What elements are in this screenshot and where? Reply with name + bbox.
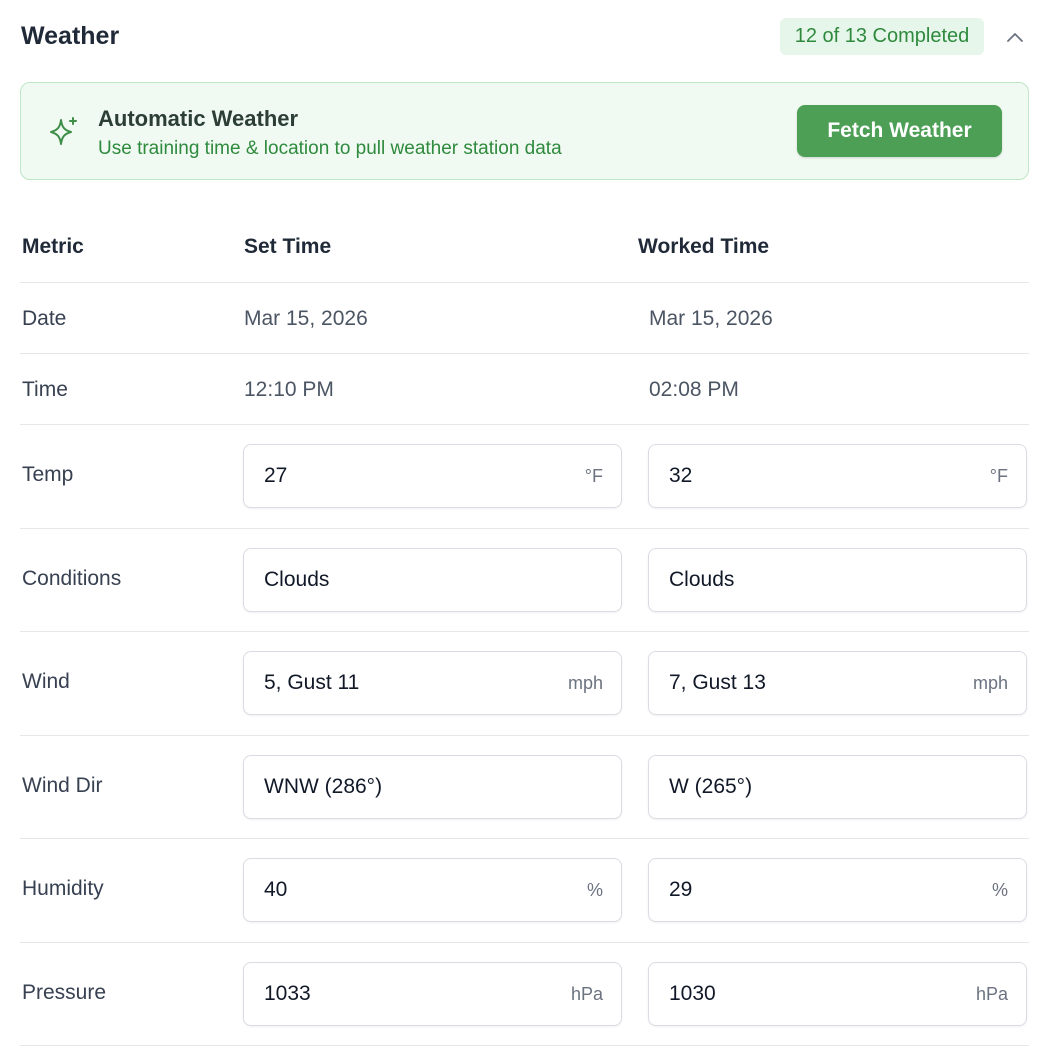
row-label: Pressure [22,980,107,1004]
row-label: Time [22,378,68,401]
table-row-temp: Temp 27 °F 32 °F [20,425,1029,529]
pressure-unit: hPa [570,983,603,1004]
table-header: Metric Set Time Worked Time [20,212,1029,283]
table-row-pressure: Pressure 1033 hPa 1030 hPa [20,943,1029,1046]
worked-humidity-value: 29 [669,878,693,901]
column-header-set-time: Set Time [244,235,332,258]
set-wind-value: 5, Gust 11 [264,671,360,694]
row-label: Wind [22,670,70,693]
worked-wind-dir-field[interactable]: W (265°) [648,754,1027,819]
row-label: Humidity [22,877,104,900]
column-header-metric: Metric [22,235,84,258]
worked-pressure-value: 1030 [669,981,716,1005]
progress-badge: 12 of 13 Completed [780,18,984,55]
set-humidity-value: 40 [264,878,288,901]
table-row-wind-dir: Wind Dir WNW (286°) W (265°) [20,736,1029,839]
row-label: Date [22,307,67,330]
row-label: Temp [22,463,74,486]
row-label: Wind Dir [22,773,103,797]
set-humidity-field[interactable]: 40 % [243,858,622,922]
fetch-weather-button[interactable]: Fetch Weather [797,105,1002,157]
worked-wind-value: 7, Gust 13 [669,671,766,694]
pressure-unit: hPa [975,983,1008,1004]
temp-unit: °F [989,466,1008,486]
table-row-wind: Wind 5, Gust 11 mph 7, Gust 13 mph [20,632,1029,736]
worked-time-value: 02:08 PM [649,378,739,401]
wind-unit: mph [972,673,1008,693]
set-wind-field[interactable]: 5, Gust 11 mph [243,651,622,715]
worked-wind-field[interactable]: 7, Gust 13 mph [648,651,1027,715]
column-header-worked-time: Worked Time [638,235,770,258]
temp-unit: °F [584,466,603,486]
table-row-conditions: Conditions Clouds Clouds [20,529,1029,632]
set-temp-value: 27 [264,464,288,487]
worked-temp-field[interactable]: 32 °F [648,444,1027,508]
sparkle-icon [50,117,77,145]
row-label: Conditions [22,566,122,590]
set-wind-dir-field[interactable]: WNW (286°) [243,754,622,819]
worked-wind-dir-value: W (265°) [669,774,753,798]
section-header: Weather 12 of 13 Completed [20,18,1030,56]
humidity-unit: % [991,880,1008,900]
worked-temp-value: 32 [669,464,693,487]
table-row-humidity: Humidity 40 % 29 % [20,839,1029,943]
worked-conditions-field[interactable]: Clouds [648,547,1027,612]
table-row-date: Date Mar 15, 2026 Mar 15, 2026 [20,283,1029,354]
worked-pressure-field[interactable]: 1030 hPa [648,961,1027,1026]
set-conditions-value: Clouds [264,567,330,591]
set-pressure-field[interactable]: 1033 hPa [243,961,622,1026]
collapse-button[interactable] [1000,22,1030,52]
banner-title: Automatic Weather [98,106,299,131]
set-conditions-field[interactable]: Clouds [243,547,622,612]
table-row-time: Time 12:10 PM 02:08 PM [20,354,1029,425]
set-wind-dir-value: WNW (286°) [264,774,383,798]
wind-unit: mph [567,673,603,693]
set-pressure-value: 1033 [264,981,311,1005]
worked-humidity-field[interactable]: 29 % [648,858,1027,922]
worked-conditions-value: Clouds [669,567,735,591]
chevron-up-icon [1007,33,1023,42]
section-title: Weather [21,22,120,50]
weather-section: Weather 12 of 13 Completed Automatic Wea… [0,0,1050,1056]
weather-table: Metric Set Time Worked Time Date Mar 15,… [20,212,1029,1046]
banner-subtitle: Use training time & location to pull wea… [98,138,562,159]
automatic-weather-banner: Automatic Weather Use training time & lo… [20,82,1029,180]
worked-date-value: Mar 15, 2026 [649,307,773,330]
set-temp-field[interactable]: 27 °F [243,444,622,508]
set-date-value: Mar 15, 2026 [244,307,368,330]
set-time-value: 12:10 PM [244,378,334,401]
humidity-unit: % [586,880,603,900]
